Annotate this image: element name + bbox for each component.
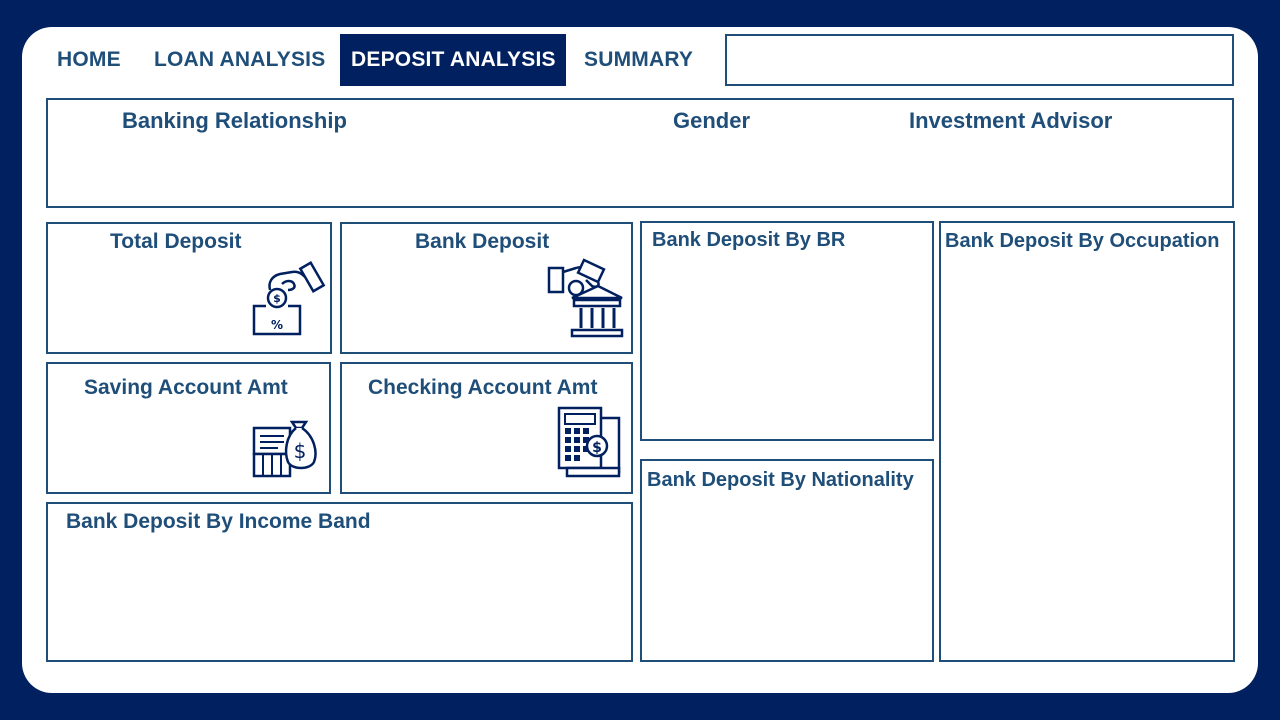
- svg-text:$: $: [273, 292, 281, 305]
- chart-panel-occupation: [939, 221, 1235, 662]
- chart-title-br: Bank Deposit By BR: [652, 229, 846, 251]
- cash-register-money-bag-icon: $: [250, 408, 322, 480]
- tab-summary[interactable]: SUMMARY: [584, 34, 693, 86]
- search-box[interactable]: [725, 34, 1234, 86]
- filter-gender[interactable]: Gender: [673, 108, 750, 134]
- chart-title-nationality: Bank Deposit By Nationality: [647, 469, 914, 491]
- svg-text:%: %: [271, 318, 283, 332]
- tab-deposit-analysis[interactable]: DEPOSIT ANALYSIS: [340, 34, 566, 86]
- svg-text:$: $: [592, 440, 602, 456]
- tab-loan-analysis[interactable]: LOAN ANALYSIS: [154, 34, 325, 86]
- kpi-title-saving-account-amt: Saving Account Amt: [84, 376, 288, 399]
- filter-investment-advisor[interactable]: Investment Advisor: [909, 108, 1112, 134]
- kpi-title-bank-deposit: Bank Deposit: [415, 230, 550, 253]
- kpi-title-checking-account-amt: Checking Account Amt: [368, 376, 598, 399]
- tab-home[interactable]: HOME: [57, 34, 121, 86]
- svg-text:$: $: [294, 439, 307, 463]
- search-input[interactable]: [727, 36, 1232, 84]
- calculator-invoice-dollar-icon: $: [555, 404, 627, 480]
- kpi-title-total-deposit: Total Deposit: [110, 230, 242, 253]
- chart-title-income-band: Bank Deposit By Income Band: [66, 510, 371, 533]
- chart-panel-br: [640, 221, 934, 441]
- filter-banking-relationship[interactable]: Banking Relationship: [122, 108, 347, 134]
- hand-money-bank-icon: [546, 262, 624, 340]
- hand-coin-percent-box-icon: % $: [248, 262, 322, 340]
- chart-title-occupation: Bank Deposit By Occupation: [945, 230, 1220, 252]
